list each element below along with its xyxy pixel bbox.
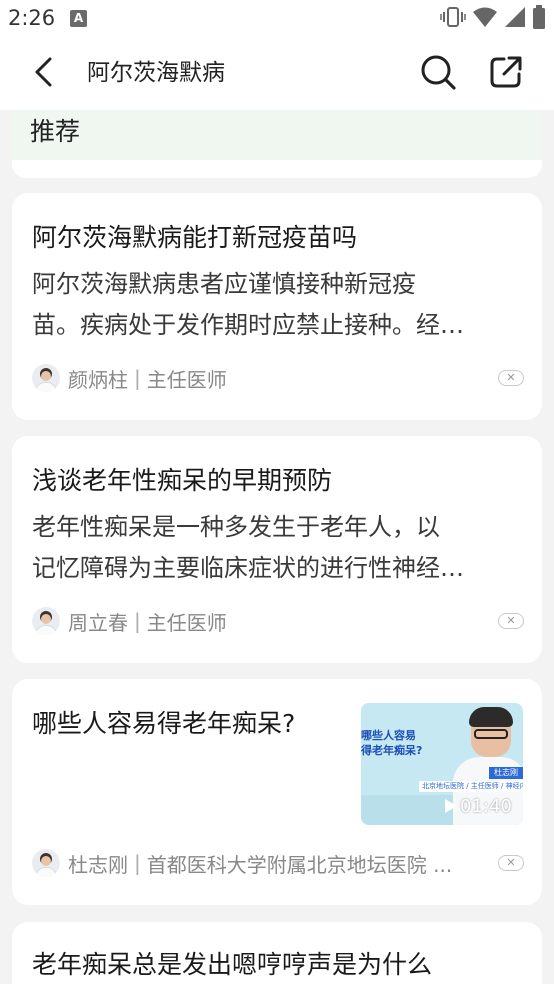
share-icon bbox=[489, 55, 523, 93]
share-button[interactable] bbox=[484, 52, 528, 96]
thumbnail-caption: 哪些人容易 bbox=[361, 729, 416, 742]
video-thumbnail[interactable]: 哪些人容易 得老年痴呆? 杜志刚 北京地坛医院 / 主任医师 / 神经内科 01… bbox=[361, 703, 523, 825]
notification-icon: A bbox=[70, 10, 87, 27]
status-bar: 2:26 A bbox=[0, 0, 554, 38]
card-title: 浅谈老年性痴呆的早期预防 bbox=[32, 466, 333, 495]
duration-text: 01:40 bbox=[460, 795, 512, 817]
search-icon bbox=[420, 54, 456, 94]
card-title: 老年痴呆总是发出嗯哼哼声是为什么 bbox=[32, 950, 433, 979]
app-bar: 阿尔茨海默病 bbox=[0, 38, 554, 110]
wifi-icon bbox=[472, 6, 498, 32]
chevron-left-icon bbox=[33, 56, 55, 92]
avatar bbox=[32, 364, 60, 392]
dismiss-button[interactable]: ✕ bbox=[498, 370, 524, 386]
card-summary: 老年性痴呆是一种多发生于老年人，以 记忆障碍为主要临床症状的进行性神经… bbox=[32, 507, 528, 589]
author-name: 颜炳柱 bbox=[68, 367, 128, 392]
card-title: 阿尔茨海默病能打新冠疫苗吗 bbox=[32, 223, 358, 252]
avatar bbox=[32, 849, 60, 877]
play-icon bbox=[445, 799, 457, 813]
status-time: 2:26 bbox=[8, 6, 56, 30]
battery-icon bbox=[532, 5, 546, 33]
author-separator: | bbox=[134, 851, 141, 875]
thumbnail-info: 北京地坛医院 / 主任医师 / 神经内科 bbox=[419, 781, 523, 792]
section-label: 推荐 bbox=[30, 117, 81, 146]
summary-line: 老年性痴呆是一种多发生于老年人，以 bbox=[32, 513, 440, 541]
recommend-band bbox=[12, 110, 542, 160]
card-title: 哪些人容易得老年痴呆? bbox=[32, 709, 296, 738]
article-card[interactable]: 浅谈老年性痴呆的早期预防 老年性痴呆是一种多发生于老年人，以 记忆障碍为主要临床… bbox=[12, 436, 542, 663]
summary-line: 阿尔茨海默病患者应谨慎接种新冠疫 bbox=[32, 270, 416, 298]
thumbnail-name: 杜志刚 bbox=[489, 767, 523, 779]
avatar bbox=[32, 607, 60, 635]
recommend-section: 推荐 bbox=[12, 110, 542, 178]
author-row: 周立春 | 主任医师 bbox=[32, 606, 227, 636]
author-separator: | bbox=[134, 366, 141, 390]
thumbnail-caption: 得老年痴呆? bbox=[361, 744, 423, 757]
page-title: 阿尔茨海默病 bbox=[87, 60, 225, 86]
dismiss-button[interactable]: ✕ bbox=[498, 855, 524, 871]
author-separator: | bbox=[134, 609, 141, 633]
vibrate-icon bbox=[440, 6, 466, 32]
author-name: 杜志刚 bbox=[68, 852, 128, 877]
back-button[interactable] bbox=[24, 54, 64, 94]
article-card[interactable]: 阿尔茨海默病能打新冠疫苗吗 阿尔茨海默病患者应谨慎接种新冠疫 苗。疾病处于发作期… bbox=[12, 193, 542, 420]
card-summary: 阿尔茨海默病患者应谨慎接种新冠疫 苗。疾病处于发作期时应禁止接种。经… bbox=[32, 264, 528, 346]
close-icon: ✕ bbox=[506, 614, 516, 627]
author-title: 首都医科大学附属北京地坛医院 ... bbox=[146, 852, 453, 877]
video-card[interactable]: 哪些人容易得老年痴呆? 哪些人容易 得老年痴呆? 杜志刚 北京地坛医院 / 主任… bbox=[12, 679, 542, 905]
author-title: 主任医师 bbox=[146, 367, 227, 392]
summary-line: 记忆障碍为主要临床症状的进行性神经… bbox=[32, 554, 464, 582]
signal-icon bbox=[504, 6, 526, 32]
close-icon: ✕ bbox=[506, 371, 516, 384]
status-icons bbox=[440, 5, 546, 33]
close-icon: ✕ bbox=[506, 856, 516, 869]
summary-line: 苗。疾病处于发作期时应禁止接种。经… bbox=[32, 311, 464, 339]
article-card[interactable]: 老年痴呆总是发出嗯哼哼声是为什么 bbox=[12, 922, 542, 984]
author-row: 杜志刚 | 首都医科大学附属北京地坛医院 ... bbox=[32, 848, 452, 878]
author-name: 周立春 bbox=[68, 610, 128, 635]
author-title: 主任医师 bbox=[146, 610, 227, 635]
video-duration: 01:40 bbox=[445, 793, 512, 819]
author-row: 颜炳柱 | 主任医师 bbox=[32, 363, 227, 393]
dismiss-button[interactable]: ✕ bbox=[498, 613, 524, 629]
search-button[interactable] bbox=[416, 52, 460, 96]
